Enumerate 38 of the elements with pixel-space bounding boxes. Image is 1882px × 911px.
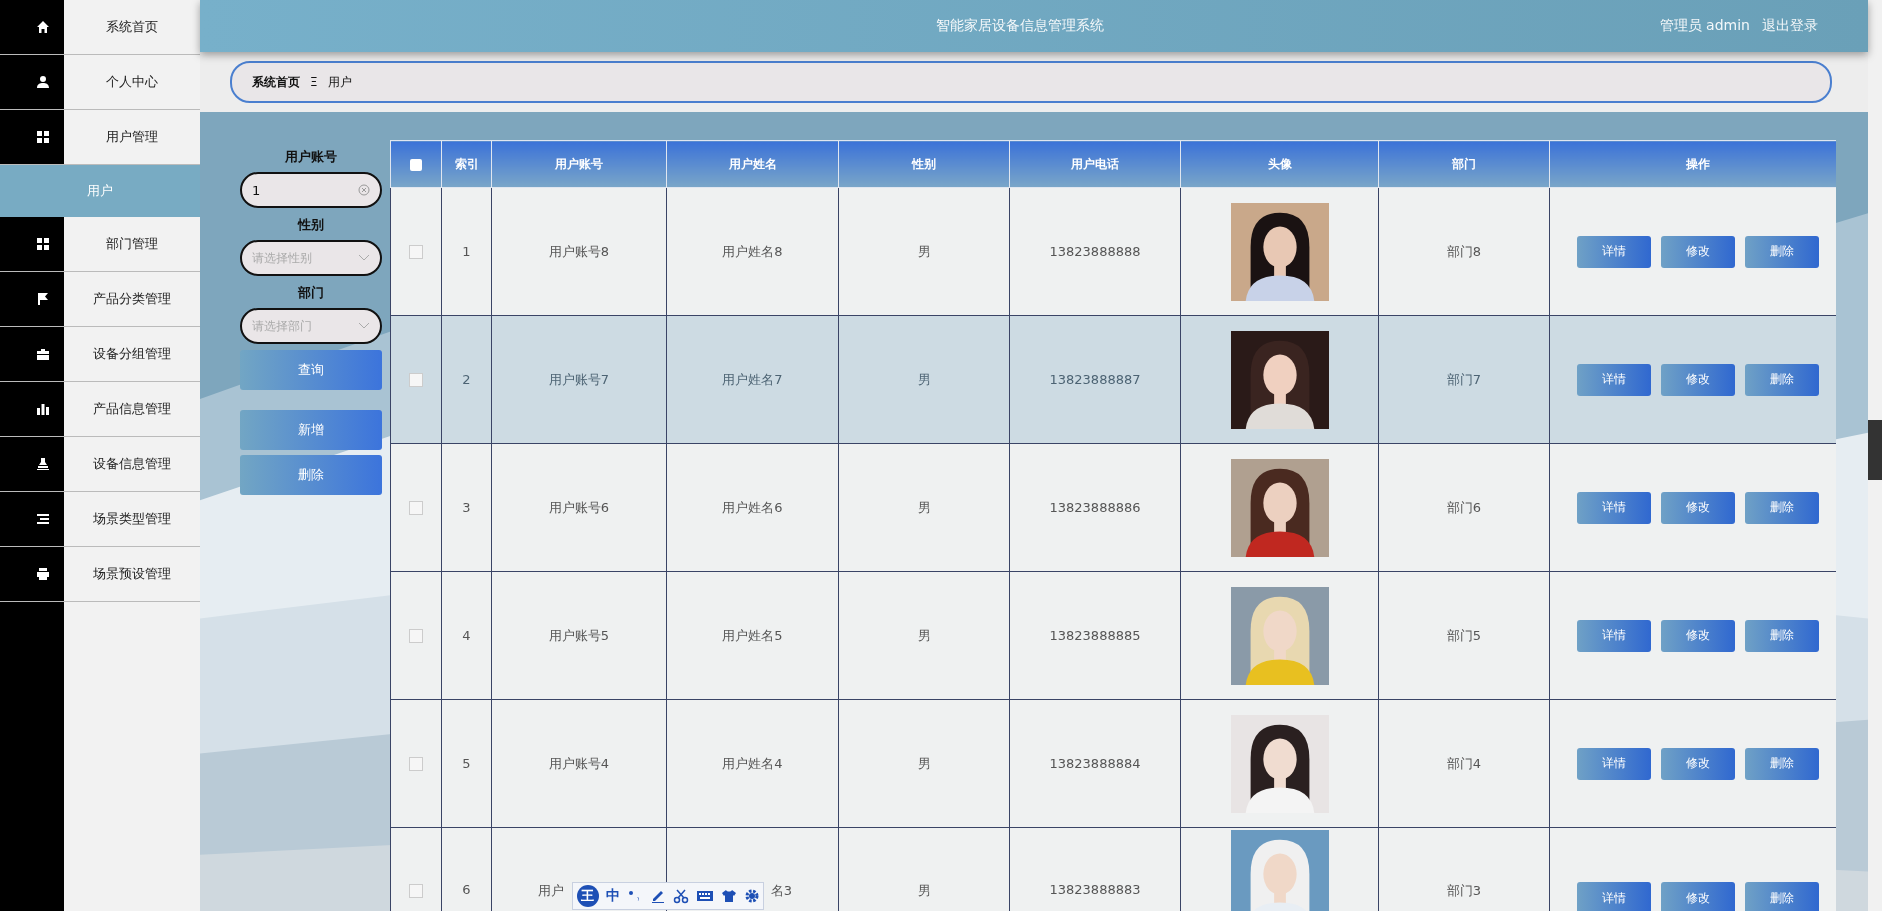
sidebar-label: 场景预设管理 [92,565,172,583]
grid-icon [36,130,50,144]
flag-icon [36,292,50,306]
sidebar-label: 个人中心 [105,73,159,91]
sidebar-label: 部门管理 [105,235,159,253]
sidebar-item[interactable]: 部门管理 [0,217,200,272]
user-label: 管理员 admin [1659,17,1750,35]
sidebar-item[interactable]: 用户管理 [0,110,200,165]
sidebar-item[interactable]: 设备分组管理 [0,327,200,382]
sidebar-item[interactable]: 设备信息管理 [0,437,200,492]
home-icon [36,20,50,34]
sidebar-subitem[interactable]: 用户 [0,165,200,217]
bar-chart-icon [36,402,50,416]
scrollbar[interactable] [1868,0,1882,911]
printer-icon [36,567,50,581]
sidebar-item[interactable]: 系统首页 [0,0,200,55]
breadcrumb-current: 用户 [327,73,352,91]
grid-icon [36,237,50,251]
logout-link[interactable]: 退出登录 [1762,17,1818,35]
sidebar-item[interactable]: 场景类型管理 [0,492,200,547]
sidebar-label: 设备分组管理 [92,345,172,363]
sidebar-label: 用户管理 [105,128,159,146]
app-title: 智能家居设备信息管理系统 [934,17,1105,35]
breadcrumb-separator: Ξ [310,75,318,89]
briefcase-icon [36,347,50,361]
sidebar-item[interactable]: 个人中心 [0,55,200,110]
breadcrumb-link[interactable]: 系统首页 [252,73,300,91]
sidebar-label: 系统首页 [105,18,159,36]
sidebar-label: 场景类型管理 [92,510,172,528]
sidebar-label: 产品信息管理 [92,400,172,418]
sidebar-label: 设备信息管理 [92,455,172,473]
user-icon [36,75,50,89]
list-icon [36,512,50,526]
sidebar-item[interactable]: 产品分类管理 [0,272,200,327]
sidebar-item[interactable]: 产品信息管理 [0,382,200,437]
stamp-icon [36,457,50,471]
sidebar-item[interactable]: 场景预设管理 [0,547,200,602]
sidebar-label: 产品分类管理 [92,290,172,308]
